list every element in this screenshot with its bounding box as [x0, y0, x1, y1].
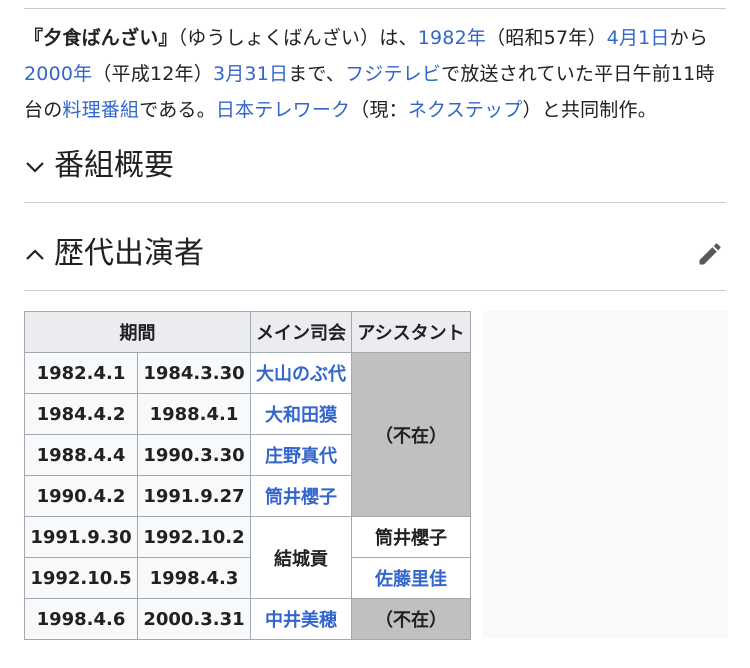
start-date: 1998.4.6	[24, 598, 138, 640]
inline-link[interactable]: ネクステップ	[408, 99, 523, 121]
end-date: 2000.3.31	[137, 598, 251, 640]
table-row: 1982.4.1 1984.3.30 大山のぶ代 （不在）	[24, 352, 471, 517]
end-date: 1984.3.30	[137, 352, 251, 394]
header-host: メイン司会	[250, 311, 352, 353]
host-link[interactable]: 中井美穂	[250, 598, 352, 640]
table-background	[483, 311, 728, 638]
inline-link[interactable]: 日本テレワーク	[216, 99, 350, 121]
start-date: 1990.4.2	[24, 475, 138, 517]
inline-link[interactable]: 3月31日	[213, 63, 288, 85]
start-date: 1991.9.30	[24, 516, 138, 558]
inline-link[interactable]: フジテレビ	[345, 63, 441, 85]
start-date: 1984.4.2	[24, 393, 138, 435]
start-date: 1988.4.4	[24, 434, 138, 476]
start-date: 1992.10.5	[24, 557, 138, 599]
inline-text: まで、	[288, 63, 346, 85]
pencil-icon[interactable]	[696, 240, 724, 268]
cast-table: 期間 メイン司会 アシスタント 1982.4.1 1984.3.30 大山のぶ代…	[24, 311, 471, 640]
end-date: 1988.4.1	[137, 393, 251, 435]
table-row: 1991.9.30 1992.10.2 結城貢 筒井櫻子	[24, 516, 471, 599]
section-title: 番組概要	[54, 148, 174, 183]
inline-text: である。	[139, 99, 216, 121]
end-date: 1990.3.30	[137, 434, 251, 476]
inline-link[interactable]: 2000年	[24, 63, 92, 85]
inline-text: （ゆうしょくばんざい）は、	[177, 27, 418, 49]
inline-link[interactable]: 1982年	[418, 27, 486, 49]
table-row: 1998.4.6 2000.3.31 中井美穂 （不在）	[24, 598, 471, 640]
header-assistant: アシスタント	[351, 311, 471, 353]
host-link[interactable]: 大山のぶ代	[250, 352, 352, 394]
host-link[interactable]: 筒井櫻子	[250, 475, 352, 517]
inline-text: 『夕食ばんざい』	[24, 27, 178, 49]
section-heading-overview[interactable]: 番組概要	[24, 132, 726, 203]
header-period: 期間	[24, 311, 251, 353]
section-title: 歴代出演者	[54, 236, 204, 271]
inline-text: （現：	[350, 99, 408, 121]
assistant-name: 筒井櫻子	[351, 516, 471, 558]
inline-text: （昭和57年）	[486, 27, 607, 49]
start-date: 1982.4.1	[24, 352, 138, 394]
table-row: 1992.10.5 1998.4.3 佐藤里佳	[24, 557, 471, 599]
top-divider	[24, 8, 726, 9]
chevron-up-icon[interactable]	[24, 244, 46, 266]
end-date: 1992.10.2	[137, 516, 251, 558]
assistant-absent: （不在）	[351, 598, 471, 640]
host-link[interactable]: 庄野真代	[250, 434, 352, 476]
inline-link[interactable]: 4月1日	[607, 27, 670, 49]
inline-link[interactable]: 料理番組	[62, 99, 139, 121]
section-heading-cast[interactable]: 歴代出演者	[24, 220, 726, 291]
chevron-down-icon[interactable]	[24, 156, 46, 178]
assistant-absent: （不在）	[351, 352, 471, 517]
inline-text: （平成12年）	[92, 63, 213, 85]
end-date: 1991.9.27	[137, 475, 251, 517]
end-date: 1998.4.3	[137, 557, 251, 599]
host-name: 結城貢	[250, 516, 352, 599]
intro-paragraph: 『夕食ばんざい』（ゆうしょくばんざい）は、1982年（昭和57年）4月1日から 2…	[24, 20, 728, 128]
host-link[interactable]: 大和田獏	[250, 393, 352, 435]
assistant-link[interactable]: 佐藤里佳	[351, 557, 471, 599]
inline-text: から	[669, 27, 709, 49]
inline-text: ）と共同制作。	[522, 99, 657, 121]
